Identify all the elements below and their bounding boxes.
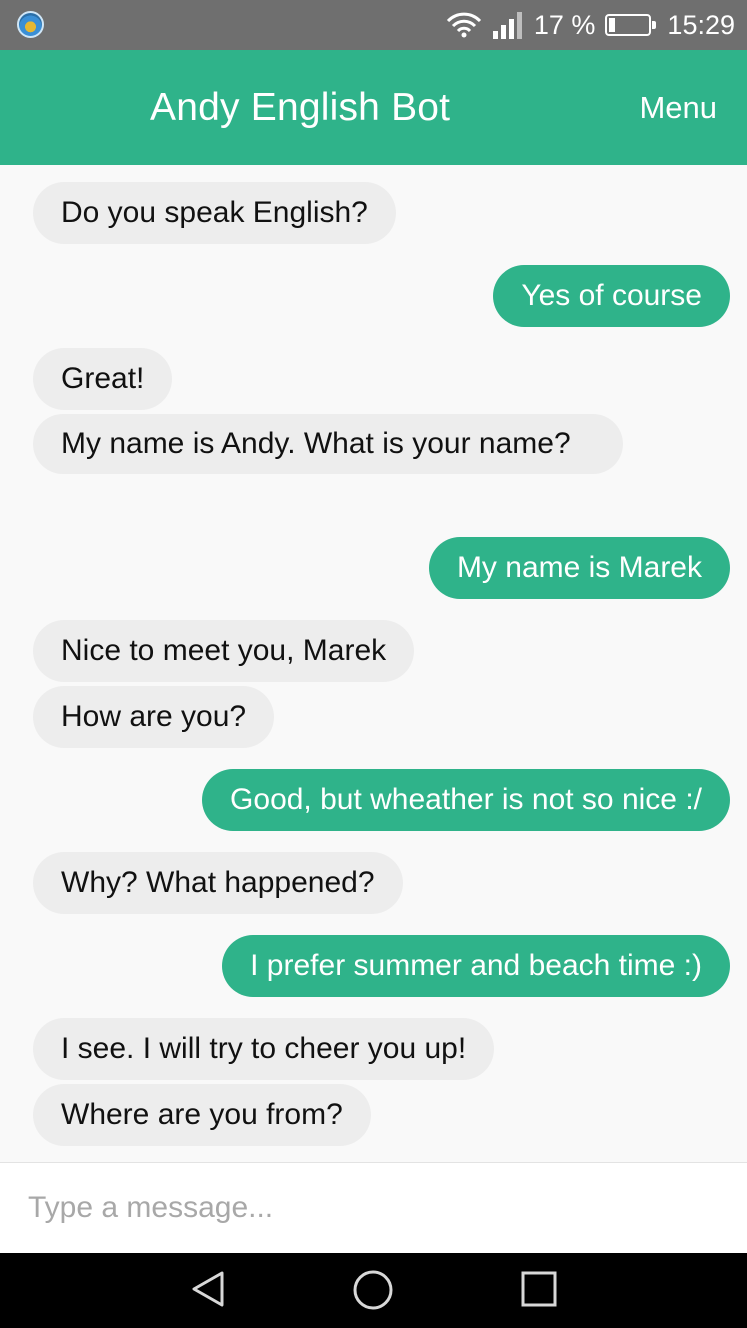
- app-bar: Andy English Bot Menu: [0, 50, 747, 165]
- battery-icon: [605, 14, 657, 36]
- user-message: Good, but wheather is not so nice :/: [202, 769, 730, 831]
- app-title: Andy English Bot: [150, 86, 451, 129]
- wifi-icon: [446, 12, 482, 38]
- message-list[interactable]: Do you speak English? Yes of course Grea…: [0, 165, 747, 1162]
- bot-message: I see. I will try to cheer you up!: [33, 1018, 495, 1080]
- user-message: Yes of course: [493, 265, 730, 327]
- bot-message: Where are you from?: [33, 1084, 371, 1146]
- composer-bar: [0, 1162, 747, 1253]
- bot-message: Why? What happened?: [33, 852, 403, 914]
- back-icon[interactable]: [188, 1269, 228, 1314]
- bot-message: My name is Andy. What is your name?: [33, 414, 623, 474]
- bot-message: Do you speak English?: [33, 182, 396, 244]
- home-icon[interactable]: [352, 1269, 394, 1316]
- user-message: My name is Marek: [428, 537, 730, 599]
- battery-percent: 17 %: [533, 9, 596, 40]
- bot-message: How are you?: [33, 686, 275, 748]
- menu-button[interactable]: Menu: [639, 90, 717, 126]
- clock: 15:29: [667, 9, 735, 40]
- message-input[interactable]: [28, 1185, 718, 1231]
- system-nav-bar: [0, 1253, 747, 1328]
- recents-icon[interactable]: [520, 1269, 558, 1314]
- bot-message: Nice to meet you, Marek: [33, 620, 415, 682]
- status-indicators: 17 % 15:29: [446, 0, 735, 50]
- status-bar: 17 % 15:29: [0, 0, 747, 50]
- chat-screen: 17 % 15:29 Andy English Bot Menu Do you …: [0, 0, 747, 1328]
- app-notification-icon: [17, 11, 44, 38]
- signal-icon: [492, 11, 524, 39]
- user-message: I prefer summer and beach time :): [222, 935, 730, 997]
- bot-message: Great!: [33, 348, 173, 410]
